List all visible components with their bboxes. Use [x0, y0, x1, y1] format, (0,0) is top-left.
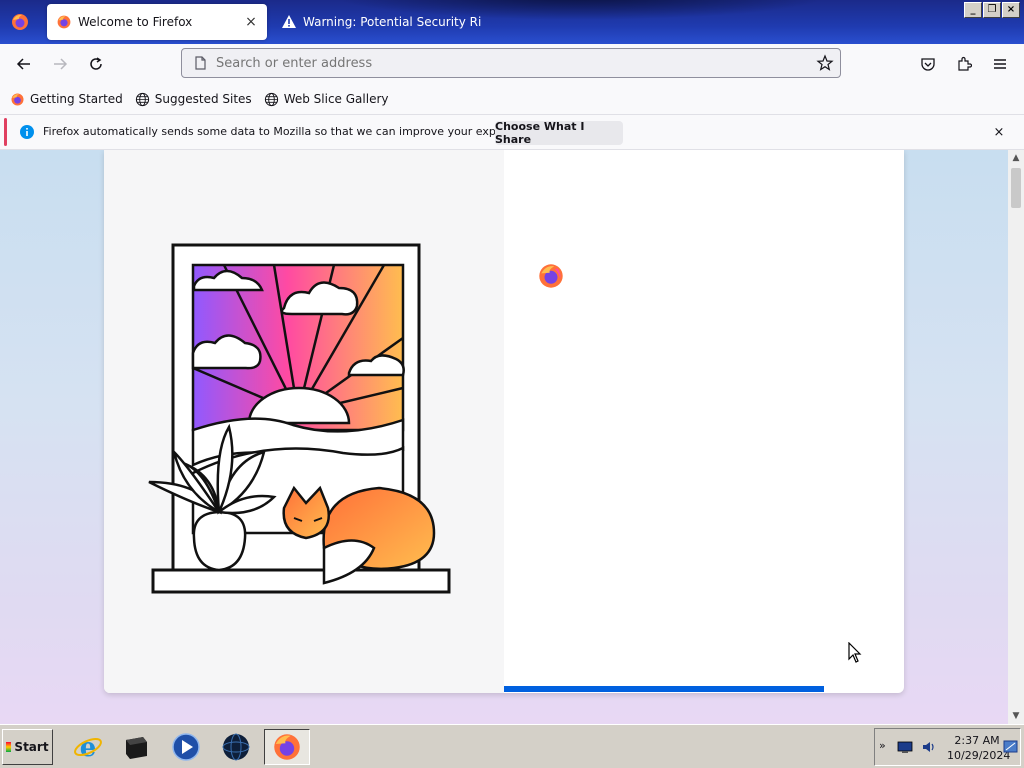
back-arrow-icon: [16, 58, 30, 70]
forward-button[interactable]: [48, 52, 72, 76]
show-hidden-icons-chevron[interactable]: »: [879, 739, 886, 752]
choose-what-i-share-button[interactable]: Choose What I Share: [495, 120, 623, 146]
system-tray: » 2:37 AM 10/29/2024: [874, 728, 1021, 766]
clock[interactable]: 2:37 AM 10/29/2024: [947, 733, 1011, 763]
terminal-icon[interactable]: [118, 729, 154, 765]
page-content: [0, 150, 1008, 724]
bookmark-suggested-sites[interactable]: Suggested Sites: [135, 92, 252, 107]
bookmark-web-slice-gallery[interactable]: Web Slice Gallery: [264, 92, 389, 107]
scroll-thumb[interactable]: [1011, 168, 1021, 208]
bookmark-label: Suggested Sites: [154, 92, 252, 106]
svg-text:e: e: [80, 733, 97, 762]
firefox-app-icon[interactable]: [10, 12, 30, 32]
windows-flag-icon: [6, 742, 12, 752]
firefox-logo-icon: [539, 264, 563, 288]
back-button[interactable]: [12, 52, 36, 76]
tab-title: Welcome to Firefox: [78, 15, 193, 29]
info-icon: [20, 125, 34, 139]
navigation-toolbar: [0, 44, 1024, 84]
volume-icon[interactable]: [921, 740, 937, 754]
reload-button[interactable]: [84, 52, 108, 76]
scroll-up-arrow-icon[interactable]: ▲: [1008, 150, 1024, 166]
firefox-icon[interactable]: [264, 729, 310, 765]
welcome-card: [104, 150, 904, 693]
bookmarks-toolbar: Getting Started Suggested Sites Web Slic…: [0, 84, 1024, 114]
illustration-panel: [104, 150, 504, 693]
start-label: Start: [14, 740, 49, 754]
network-icon[interactable]: [897, 740, 913, 754]
tab-strip: Welcome to Firefox × Warning: Potential …: [0, 0, 1024, 44]
notification-accent: [4, 118, 7, 146]
globe-app-icon[interactable]: [218, 729, 254, 765]
loading-progress-bar: [504, 686, 824, 692]
mouse-cursor-icon: [848, 642, 862, 663]
warning-icon: [281, 14, 297, 30]
pocket-button[interactable]: [916, 52, 940, 76]
show-desktop-icon[interactable]: [1003, 740, 1019, 754]
restore-button[interactable]: ❐: [983, 2, 1001, 18]
tab-title: Warning: Potential Security Risk: [303, 15, 482, 29]
firefox-icon: [56, 14, 72, 30]
start-button[interactable]: Start: [2, 729, 53, 765]
bookmark-getting-started[interactable]: Getting Started: [10, 92, 123, 107]
taskbar: Start e » 2:37 AM 10/29/2024: [0, 724, 1024, 768]
url-input[interactable]: [216, 55, 816, 71]
window-fox-illustration: [148, 243, 451, 594]
clock-date: 10/29/2024: [947, 749, 1011, 762]
window-controls: _ ❐ ×: [964, 2, 1020, 18]
close-notification-icon[interactable]: ×: [991, 125, 1007, 141]
hamburger-menu-icon: [994, 59, 1006, 69]
notification-message: Firefox automatically sends some data to…: [43, 125, 541, 138]
extensions-button[interactable]: [952, 52, 976, 76]
firefox-icon: [11, 93, 24, 105]
data-collection-notification: Firefox automatically sends some data to…: [0, 114, 1024, 150]
page-icon: [192, 55, 208, 71]
globe-icon: [264, 92, 278, 106]
vertical-scrollbar[interactable]: ▲ ▼: [1008, 150, 1024, 724]
menu-button[interactable]: [988, 52, 1012, 76]
forward-arrow-icon: [54, 58, 68, 70]
bookmark-label: Getting Started: [30, 92, 123, 106]
close-window-button[interactable]: ×: [1002, 2, 1020, 18]
clock-time: 2:37 AM: [954, 734, 1000, 747]
address-bar[interactable]: [181, 48, 841, 78]
tab-welcome[interactable]: Welcome to Firefox ×: [47, 4, 267, 40]
pocket-icon: [921, 58, 935, 71]
scroll-down-arrow-icon[interactable]: ▼: [1008, 708, 1024, 724]
minimize-button[interactable]: _: [964, 2, 982, 18]
close-tab-icon[interactable]: ×: [243, 14, 259, 30]
internet-explorer-icon[interactable]: e: [70, 729, 106, 765]
reload-icon: [90, 57, 102, 70]
bookmark-star-icon[interactable]: [816, 54, 834, 72]
media-player-icon[interactable]: [168, 729, 204, 765]
globe-icon: [135, 92, 149, 106]
tab-security-warning[interactable]: Warning: Potential Security Risk: [272, 4, 482, 40]
puzzle-icon: [958, 56, 972, 71]
bookmark-label: Web Slice Gallery: [283, 92, 389, 106]
